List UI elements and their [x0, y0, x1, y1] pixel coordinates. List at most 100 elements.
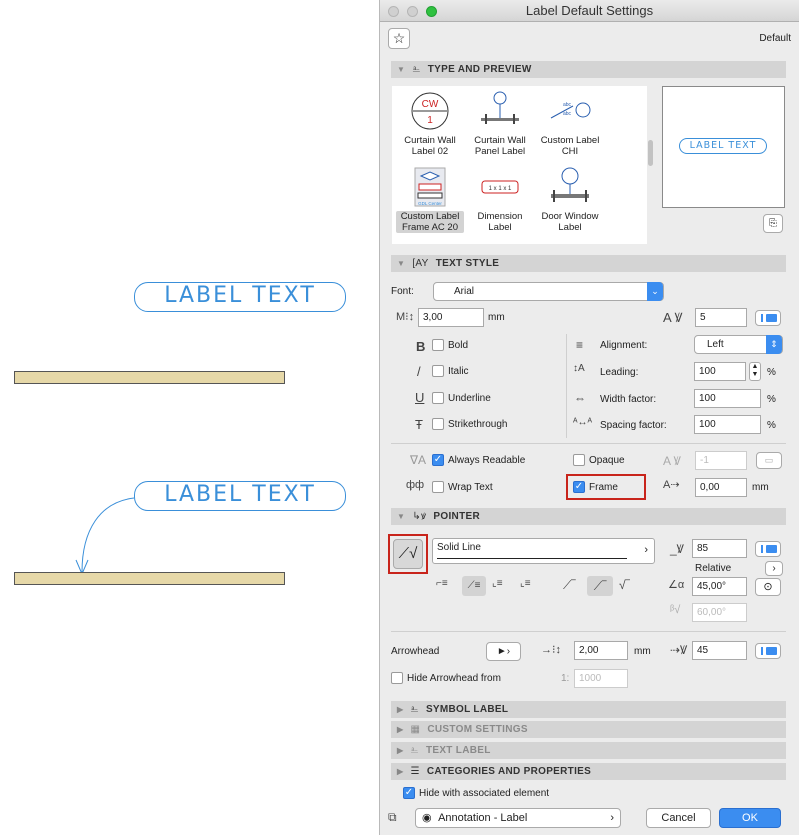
pointer-pen-field[interactable]: 85	[692, 539, 747, 558]
pointer-angle-icon: ∠α	[668, 579, 685, 591]
line-type-value: Solid Line	[437, 542, 481, 553]
italic-checkbox[interactable]	[432, 365, 444, 377]
leading-stepper[interactable]: ▲ ▼	[749, 362, 761, 381]
second-angle-icon: ᵝ√	[670, 604, 681, 616]
pointer-separator	[391, 631, 786, 632]
section-custom-settings[interactable]: ▶ ▦ CUSTOM SETTINGS	[391, 721, 786, 738]
angle-link-button[interactable]: ⊙	[755, 578, 781, 596]
preview-options-button[interactable]: ⎘	[763, 214, 783, 233]
always-readable-checkbox[interactable]: ✓	[432, 454, 444, 466]
font-label: Font:	[391, 286, 414, 297]
zoom-window-icon[interactable]	[426, 6, 437, 17]
link-icon: ⊙	[763, 581, 773, 593]
segmented-pointer-icon[interactable]: ⟋‾	[587, 576, 613, 596]
pointer-shape-group: ⟋‾ ⟋‾ √‾	[563, 576, 643, 598]
ok-button[interactable]: OK	[719, 808, 781, 828]
attach-middle-icon[interactable]: ⟋≡	[462, 576, 486, 596]
section-pointer[interactable]: ▼ ↳ꝟ POINTER	[391, 508, 786, 525]
layer-icon: ⧉	[388, 810, 397, 824]
line-type-select[interactable]: Solid Line ›	[432, 538, 655, 564]
attach-first-line-icon[interactable]: ⌐≡	[436, 578, 448, 589]
gallery-item[interactable]: Door Window Label	[536, 166, 604, 233]
width-factor-field[interactable]: 100	[694, 389, 761, 408]
pointer-angle-field[interactable]: 45,00°	[692, 577, 747, 596]
favorites-button[interactable]: ☆	[388, 28, 410, 49]
canvas-wall-2[interactable]	[14, 572, 285, 585]
straight-pointer-icon[interactable]: ⟋‾	[563, 578, 575, 593]
layer-select[interactable]: ◉ Annotation - Label ›	[415, 808, 621, 828]
font-value: Arial	[454, 286, 475, 297]
alignment-select[interactable]: Left ⇕	[694, 335, 783, 354]
hide-arrowhead-scale-field[interactable]: 1000	[574, 669, 628, 688]
background-pen-button[interactable]: ▭	[756, 452, 782, 469]
underline-checkbox[interactable]	[432, 392, 444, 404]
arrow-pen-color-toggle[interactable]	[755, 643, 781, 659]
title-bar[interactable]: Label Default Settings	[380, 0, 799, 22]
relative-button[interactable]: ›	[765, 561, 783, 576]
section-text-style[interactable]: ▼ [AY TEXT STYLE	[391, 255, 786, 272]
gallery-item[interactable]: abc abc Custom Label CHI	[536, 90, 604, 157]
canvas-label-1[interactable]: LABEL TEXT	[134, 282, 346, 312]
custom-label-frame-thumbnail: GDL Center	[396, 166, 464, 208]
label-pointer-line	[75, 497, 135, 576]
pointer-type-button[interactable]: ⟋√	[393, 539, 423, 569]
bold-label: Bold	[448, 340, 469, 351]
text-pen-field[interactable]: 5	[695, 308, 747, 327]
arrow-size-field[interactable]: 2,00	[574, 641, 628, 660]
leading-field[interactable]: 100	[694, 362, 746, 381]
drawing-canvas[interactable]: LABEL TEXT LABEL TEXT	[0, 0, 372, 835]
second-angle-field[interactable]: 60,00°	[692, 603, 747, 622]
label-type-icon: ⎁	[412, 64, 421, 75]
expand-triangle-icon: ▶	[397, 746, 404, 755]
arrow-pen-field[interactable]: 45	[692, 641, 747, 660]
cancel-button[interactable]: Cancel	[646, 808, 711, 828]
section-type-preview[interactable]: ▼ ⎁ TYPE AND PREVIEW	[391, 61, 786, 78]
text-size-field[interactable]: 3,00	[418, 308, 484, 327]
expand-triangle-icon: ▼	[397, 512, 406, 521]
frame-checkbox[interactable]: ✓	[573, 481, 585, 493]
canvas-wall-1[interactable]	[14, 371, 285, 384]
frame-offset-field[interactable]: 0,00	[695, 478, 747, 497]
leading-label: Leading:	[600, 367, 639, 378]
svg-text:1 x 1 x 1: 1 x 1 x 1	[489, 186, 512, 192]
close-window-icon[interactable]	[388, 6, 399, 17]
symbol-label-icon: ⎁	[410, 704, 419, 715]
wrap-text-checkbox[interactable]	[432, 481, 444, 493]
leading-percent: %	[767, 367, 776, 378]
pointer-pen-color-toggle[interactable]	[755, 541, 781, 557]
gallery-scrollbar[interactable]	[648, 140, 653, 166]
curtain-wall-panel-thumbnail	[466, 90, 534, 132]
categories-icon: ☰	[410, 766, 420, 777]
hide-with-element-checkbox[interactable]: ✓	[403, 787, 415, 799]
gallery-item[interactable]: Curtain Wall Panel Label	[466, 90, 534, 157]
wrap-text-label: Wrap Text	[448, 482, 493, 493]
chevron-right-icon: ›	[644, 544, 648, 556]
bold-checkbox[interactable]	[432, 339, 444, 351]
font-select[interactable]: Arial ⌄	[433, 282, 664, 301]
section-symbol-label[interactable]: ▶ ⎁ SYMBOL LABEL	[391, 701, 786, 718]
minimize-window-icon[interactable]	[407, 6, 418, 17]
opaque-checkbox[interactable]	[573, 454, 585, 466]
chevron-right-icon: ›	[610, 812, 614, 824]
always-readable-label: Always Readable	[448, 455, 526, 466]
strikethrough-checkbox[interactable]	[432, 418, 444, 430]
canvas-label-2[interactable]: LABEL TEXT	[134, 481, 346, 511]
text-pen-color-toggle[interactable]	[755, 310, 781, 326]
spacing-factor-field[interactable]: 100	[694, 415, 761, 434]
section-categories[interactable]: ▶ ☰ CATEGORIES AND PROPERTIES	[391, 763, 786, 780]
attach-bottom-icon[interactable]: ⌞≡	[520, 578, 531, 589]
gallery-item-selected[interactable]: GDL Center Custom Label Frame AC 20	[396, 166, 464, 233]
hide-arrowhead-label: Hide Arrowhead from	[407, 673, 501, 684]
label-type-gallery[interactable]: CW 1 Curtain Wall Label 02 Curtain Wall P…	[392, 86, 647, 244]
arrowhead-type-button[interactable]: ►›	[486, 642, 521, 661]
curved-pointer-icon[interactable]: √‾	[619, 578, 630, 592]
gallery-item[interactable]: 1 x 1 x 1 Dimension Label	[466, 166, 534, 233]
expand-triangle-icon: ▼	[397, 259, 406, 268]
strikethrough-icon: Ŧ	[415, 417, 423, 432]
hide-arrowhead-checkbox[interactable]	[391, 672, 403, 684]
section-text-label[interactable]: ▶ ⎁ TEXT LABEL	[391, 742, 786, 759]
gallery-item[interactable]: CW 1 Curtain Wall Label 02	[396, 90, 464, 157]
attach-last-line-icon[interactable]: ⌞≡	[492, 578, 503, 589]
background-pen-field[interactable]: -1	[695, 451, 747, 470]
arrow-size-unit: mm	[634, 646, 651, 657]
